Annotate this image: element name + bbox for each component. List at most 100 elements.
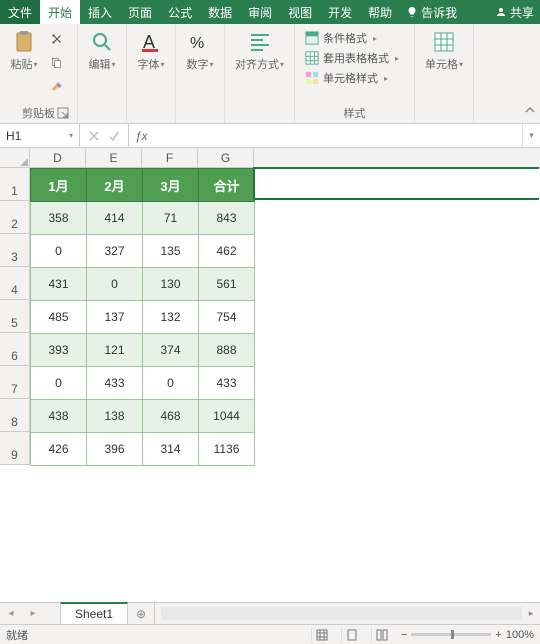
row-header[interactable]: 7 <box>0 366 30 399</box>
table-cell[interactable]: 314 <box>143 433 199 466</box>
table-header[interactable]: 1月 <box>31 169 87 202</box>
zoom-out-button[interactable]: − <box>401 629 407 641</box>
data-table[interactable]: 1月2月3月合计35841471843032713546243101305614… <box>30 168 255 466</box>
table-cell[interactable]: 561 <box>199 268 255 301</box>
table-cell[interactable]: 438 <box>31 400 87 433</box>
table-cell[interactable]: 138 <box>87 400 143 433</box>
table-cell[interactable]: 433 <box>87 367 143 400</box>
table-header[interactable]: 2月 <box>87 169 143 202</box>
table-cell[interactable]: 462 <box>199 235 255 268</box>
table-row[interactable]: 35841471843 <box>31 202 255 235</box>
zoom-level[interactable]: 100% <box>506 629 534 641</box>
table-header[interactable]: 合计 <box>199 169 255 202</box>
row-header[interactable]: 1 <box>0 168 30 201</box>
table-cell[interactable]: 0 <box>87 268 143 301</box>
find-button[interactable]: 编辑▾ <box>84 28 120 74</box>
tab-review[interactable]: 审阅 <box>240 0 280 24</box>
table-cell[interactable]: 121 <box>87 334 143 367</box>
table-cell[interactable]: 431 <box>31 268 87 301</box>
table-cell[interactable]: 0 <box>143 367 199 400</box>
table-cell[interactable]: 414 <box>87 202 143 235</box>
share-button[interactable]: 共享 <box>489 0 540 24</box>
tab-insert[interactable]: 插入 <box>80 0 120 24</box>
cells-button[interactable]: 单元格▾ <box>421 28 467 74</box>
table-row[interactable]: 485137132754 <box>31 301 255 334</box>
table-cell[interactable]: 485 <box>31 301 87 334</box>
tab-help[interactable]: 帮助 <box>360 0 400 24</box>
zoom-in-button[interactable]: + <box>495 629 501 641</box>
row-header[interactable]: 9 <box>0 432 30 465</box>
table-cell[interactable]: 468 <box>143 400 199 433</box>
view-break-button[interactable] <box>371 627 393 643</box>
tab-home[interactable]: 开始 <box>40 0 80 24</box>
enter-icon[interactable] <box>108 130 120 142</box>
dialog-launcher-icon[interactable] <box>57 107 69 119</box>
cancel-icon[interactable] <box>88 130 100 142</box>
row-header[interactable]: 3 <box>0 234 30 267</box>
table-cell[interactable]: 0 <box>31 367 87 400</box>
row-header[interactable]: 4 <box>0 267 30 300</box>
sheet-nav-next[interactable]: ▸ <box>22 603 44 624</box>
col-header[interactable]: F <box>142 148 198 168</box>
table-cell[interactable]: 754 <box>199 301 255 334</box>
zoom-slider[interactable] <box>411 633 491 636</box>
fx-label[interactable]: ƒx <box>129 124 154 147</box>
cut-button[interactable] <box>46 28 68 50</box>
sheet-tab-1[interactable]: Sheet1 <box>60 602 128 624</box>
table-cell[interactable]: 137 <box>87 301 143 334</box>
tab-data[interactable]: 数据 <box>200 0 240 24</box>
sheet-nav-prev[interactable]: ◂ <box>0 603 22 624</box>
cell-styles-button[interactable]: 单元格样式▸ <box>305 70 399 86</box>
table-cell[interactable]: 132 <box>143 301 199 334</box>
col-header[interactable]: D <box>30 148 86 168</box>
table-cell[interactable]: 426 <box>31 433 87 466</box>
copy-button[interactable] <box>46 52 68 74</box>
font-button[interactable]: A 字体▾ <box>133 28 169 74</box>
table-cell[interactable]: 135 <box>143 235 199 268</box>
table-cell[interactable]: 433 <box>199 367 255 400</box>
table-cell[interactable]: 1044 <box>199 400 255 433</box>
table-row[interactable]: 393121374888 <box>31 334 255 367</box>
row-header[interactable]: 6 <box>0 333 30 366</box>
tab-developer[interactable]: 开发 <box>320 0 360 24</box>
table-cell[interactable]: 327 <box>87 235 143 268</box>
table-cell[interactable]: 396 <box>87 433 143 466</box>
table-row[interactable]: 4381384681044 <box>31 400 255 433</box>
col-header[interactable]: E <box>86 148 142 168</box>
col-header[interactable]: G <box>198 148 254 168</box>
table-cell[interactable]: 888 <box>199 334 255 367</box>
table-cell[interactable]: 71 <box>143 202 199 235</box>
formula-input[interactable] <box>154 124 522 147</box>
format-painter-button[interactable] <box>46 76 68 98</box>
tab-formulas[interactable]: 公式 <box>160 0 200 24</box>
alignment-button[interactable]: 对齐方式▾ <box>231 28 288 74</box>
tell-me[interactable]: 告诉我 <box>400 0 463 24</box>
table-row[interactable]: 04330433 <box>31 367 255 400</box>
grid-area[interactable]: DEFG 123456789 1月2月3月合计35841471843032713… <box>0 148 540 602</box>
row-header[interactable]: 5 <box>0 300 30 333</box>
table-cell[interactable]: 1136 <box>199 433 255 466</box>
table-row[interactable]: 4263963141136 <box>31 433 255 466</box>
row-header[interactable]: 8 <box>0 399 30 432</box>
table-cell[interactable]: 843 <box>199 202 255 235</box>
table-cell[interactable]: 374 <box>143 334 199 367</box>
number-button[interactable]: % 数字▾ <box>182 28 218 74</box>
table-cell[interactable]: 130 <box>143 268 199 301</box>
tab-pagelayout[interactable]: 页面 <box>120 0 160 24</box>
view-normal-button[interactable] <box>311 627 333 643</box>
name-box[interactable]: H1▾ <box>0 124 80 147</box>
table-format-button[interactable]: 套用表格格式▸ <box>305 50 399 66</box>
expand-formula-bar[interactable]: ▾ <box>522 124 540 147</box>
row-header[interactable]: 2 <box>0 201 30 234</box>
table-row[interactable]: 0327135462 <box>31 235 255 268</box>
paste-button[interactable]: 粘贴▾ <box>6 28 42 74</box>
h-scrollbar[interactable]: ▸ <box>154 603 540 624</box>
table-cell[interactable]: 358 <box>31 202 87 235</box>
tab-file[interactable]: 文件 <box>0 0 40 24</box>
add-sheet-button[interactable]: ⊕ <box>128 603 154 624</box>
view-page-button[interactable] <box>341 627 363 643</box>
table-cell[interactable]: 0 <box>31 235 87 268</box>
select-all-corner[interactable] <box>0 148 30 168</box>
table-header[interactable]: 3月 <box>143 169 199 202</box>
zoom-controls[interactable]: − + 100% <box>401 629 534 641</box>
